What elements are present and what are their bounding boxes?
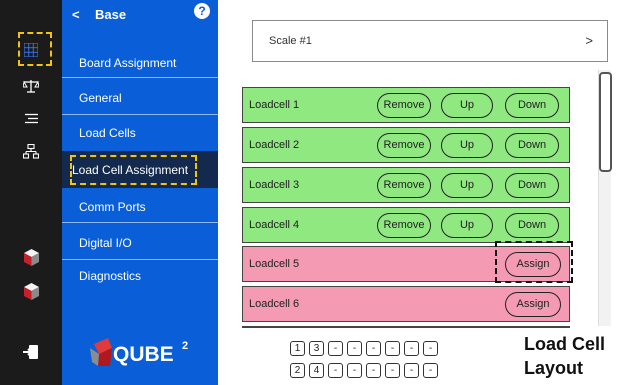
nav-item-label: General — [79, 91, 122, 105]
remove-button[interactable]: Remove — [377, 133, 431, 158]
down-button[interactable]: Down — [505, 173, 559, 198]
layout-slot[interactable]: - — [366, 363, 381, 378]
nav-highlight — [70, 155, 197, 185]
layout-slot[interactable]: - — [328, 341, 343, 356]
up-button[interactable]: Up — [441, 93, 493, 118]
qube-logo: QUBE 2 — [90, 334, 202, 370]
assign-button[interactable]: Assign — [505, 292, 561, 317]
nav-header: < Base ? — [62, 0, 218, 28]
grid-highlight — [18, 32, 52, 66]
loadcell-row: Loadcell 3 Remove Up Down — [242, 167, 570, 203]
icon-rail — [0, 0, 62, 385]
up-button[interactable]: Up — [441, 173, 493, 198]
nav-item-board-assignment[interactable]: Board Assignment — [62, 44, 218, 74]
layout-caption-line2: Layout — [524, 358, 584, 378]
loadcell-name: Loadcell 1 — [249, 99, 300, 111]
nav-item-label: Board Assignment — [79, 56, 177, 70]
down-button[interactable]: Down — [505, 133, 559, 158]
layout-slot[interactable]: 2 — [290, 363, 305, 378]
list-divider — [242, 326, 570, 328]
remove-button[interactable]: Remove — [377, 213, 431, 238]
loadcell-row: Loadcell 6 Assign — [242, 286, 570, 322]
loadcell-name: Loadcell 5 — [249, 258, 300, 270]
down-button[interactable]: Down — [505, 213, 559, 238]
chevron-right-icon: > — [585, 33, 593, 48]
layout-caption-line1: Load Cell — [524, 334, 606, 354]
scale-selector-label: Scale #1 — [269, 35, 312, 47]
layout-slot[interactable]: - — [328, 363, 343, 378]
layout-slot[interactable]: - — [347, 341, 362, 356]
nav-item-label: Comm Ports — [79, 200, 146, 214]
nav-item-diagnostics[interactable]: Diagnostics — [62, 260, 218, 296]
up-button[interactable]: Up — [441, 133, 493, 158]
layout-slot[interactable]: - — [385, 341, 400, 356]
nav-item-general[interactable]: General — [62, 78, 218, 114]
list-icon[interactable] — [0, 110, 62, 126]
nav-item-label: Load Cells — [79, 126, 136, 140]
back-icon[interactable]: < — [72, 7, 80, 22]
layout-slot[interactable]: 3 — [309, 341, 324, 356]
hierarchy-icon[interactable] — [0, 141, 62, 161]
logo-wordmark: QUBE — [113, 343, 174, 366]
up-button[interactable]: Up — [441, 213, 493, 238]
scale-balance-icon[interactable] — [0, 76, 62, 96]
remove-button[interactable]: Remove — [377, 173, 431, 198]
loadcell-row: Loadcell 4 Remove Up Down — [242, 207, 570, 243]
loadcell-row: Loadcell 1 Remove Up Down — [242, 87, 570, 123]
nav-item-label: Diagnostics — [79, 269, 142, 283]
nav-item-label: Digital I/O — [79, 236, 132, 250]
nav-item-comm-ports[interactable]: Comm Ports — [62, 188, 218, 222]
nav-item-load-cells[interactable]: Load Cells — [62, 115, 218, 151]
logo-superscript: 2 — [182, 340, 188, 352]
logout-icon[interactable] — [0, 342, 62, 362]
loadcell-name: Loadcell 4 — [249, 219, 300, 231]
cube-icon[interactable] — [0, 280, 62, 302]
layout-slot[interactable]: - — [404, 363, 419, 378]
loadcell-name: Loadcell 2 — [249, 139, 300, 151]
settings-nav: < Base ? Board Assignment General Load C… — [62, 0, 218, 385]
layout-slot[interactable]: - — [385, 363, 400, 378]
layout-slot[interactable]: - — [366, 341, 381, 356]
layout-slot[interactable]: - — [404, 341, 419, 356]
loadcell-name: Loadcell 6 — [249, 298, 300, 310]
cube-icon[interactable] — [0, 246, 62, 268]
loadcell-row: Loadcell 2 Remove Up Down — [242, 127, 570, 163]
nav-title: Base — [95, 7, 127, 22]
layout-slot[interactable]: - — [423, 363, 438, 378]
layout-slot[interactable]: - — [347, 363, 362, 378]
remove-button[interactable]: Remove — [377, 93, 431, 118]
scrollbar-thumb[interactable] — [599, 72, 612, 172]
scrollbar[interactable] — [598, 70, 612, 326]
loadcell-name: Loadcell 3 — [249, 179, 300, 191]
scale-selector[interactable]: Scale #1 > — [252, 20, 608, 62]
layout-slot[interactable]: - — [423, 341, 438, 356]
assign-highlight — [495, 241, 573, 283]
layout-slot[interactable]: 1 — [290, 341, 305, 356]
layout-slot[interactable]: 4 — [309, 363, 324, 378]
down-button[interactable]: Down — [505, 93, 559, 118]
nav-item-digital-io[interactable]: Digital I/O — [62, 223, 218, 259]
help-icon[interactable]: ? — [194, 3, 210, 19]
